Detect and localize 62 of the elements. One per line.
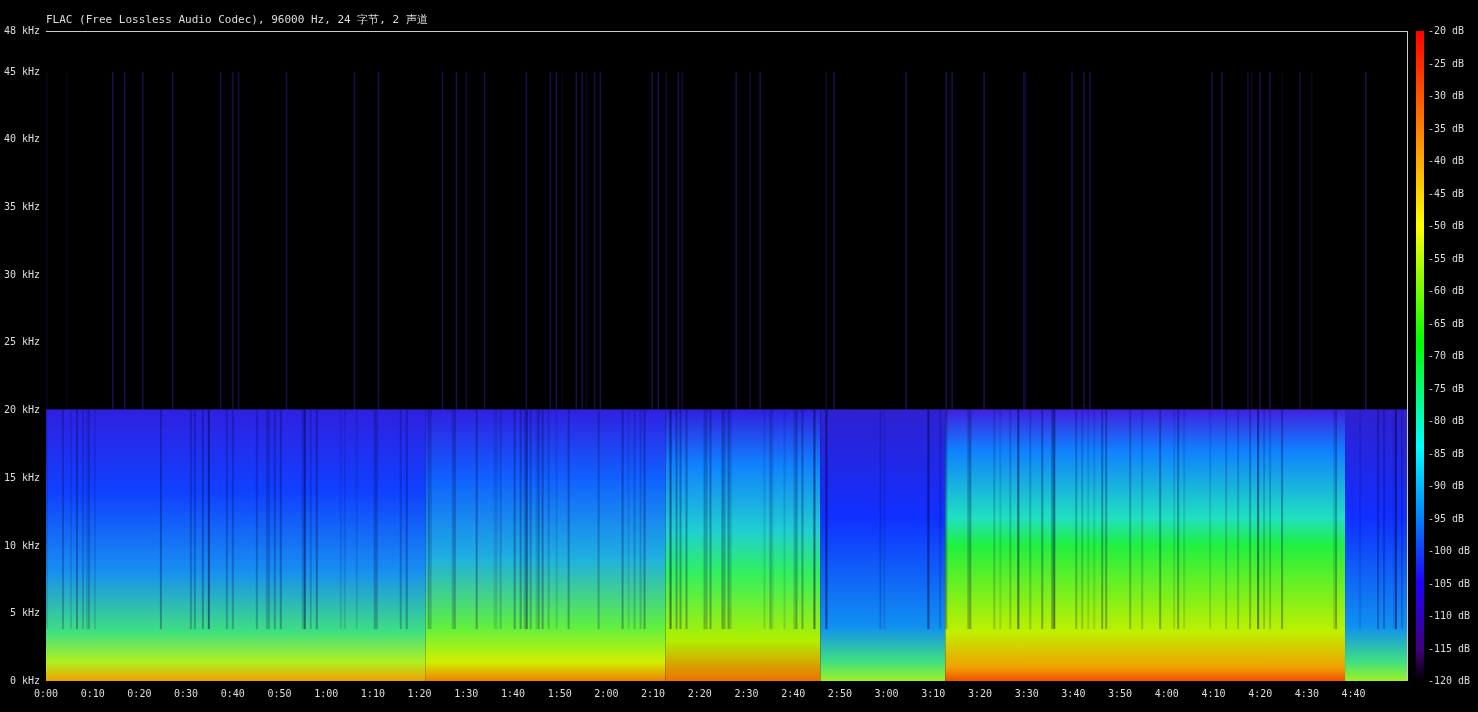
axis-tick-label: 0:30 [174,688,199,700]
axis-tick-label: 5 kHz [9,607,40,620]
axis-tick-label: 0:40 [220,688,245,700]
axis-tick-label: -120 dB [1428,675,1471,687]
axis-tick-label: -65 dB [1428,317,1465,330]
axis-tick-label: 3:50 [1108,688,1133,700]
axis-tick-label: 10 kHz [3,539,40,552]
axis-tick-label: 4:30 [1294,688,1319,700]
axis-tick-label: 1:40 [500,688,526,700]
axis-tick-label: 25 kHz [3,336,40,349]
axis-tick-label: 30 kHz [3,268,40,281]
axis-tick-label: -55 dB [1428,252,1465,265]
axis-tick-label: 45 kHz [3,65,40,78]
axis-tick-label: -90 dB [1428,480,1465,492]
axis-tick-label: 3:30 [1014,688,1039,700]
axis-tick-label: -30 dB [1428,90,1465,102]
axis-tick-label: 40 kHz [3,133,40,146]
axis-tick-label: 20 kHz [3,404,40,417]
axis-tick-label: 0:10 [80,688,105,700]
axis-tick-label: 0:50 [267,688,292,700]
axis-tick-label: 3:00 [874,688,899,700]
axis-tick-label: 3:40 [1061,688,1086,700]
axis-tick-label: 2:20 [687,688,712,700]
file-info-text: FLAC (Free Lossless Audio Codec), 96000 Hz, 24 字节, 2 声道 [46,13,428,26]
axis-tick-label: -105 dB [1428,577,1471,590]
axis-tick-label: 1:20 [407,688,432,700]
axis-tick-label: -75 dB [1428,382,1465,395]
axis-tick-label: -25 dB [1428,57,1465,70]
axis-tick-label: -45 dB [1428,187,1465,200]
axis-tick-label: 4:00 [1154,688,1179,700]
axis-tick-label: 0:00 [33,688,59,700]
axis-tick-label: 3:20 [967,688,993,700]
axis-tick-label: 48 kHz [3,25,40,37]
axis-tick-label: 2:00 [594,688,619,700]
axis-tick-label: -50 dB [1428,220,1465,232]
axis-tick-label: 4:40 [1341,688,1366,700]
axis-tick-label: -20 dB [1428,25,1465,37]
axis-tick-label: -40 dB [1428,155,1465,167]
axis-tick-label: 2:10 [641,688,666,700]
axis-tick-label: 3:10 [921,688,946,700]
axis-tick-label: 1:10 [360,688,385,700]
axis-tick-label: -85 dB [1428,447,1465,460]
axis-tick-label: 15 kHz [3,471,40,484]
axis-tick-label: -115 dB [1428,642,1471,655]
axis-tick-label: 2:40 [781,688,806,700]
axis-tick-label: 35 kHz [3,201,40,214]
axis-tick-label: 4:10 [1201,688,1226,700]
axis-tick-label: 2:50 [827,688,852,700]
axis-tick-label: 1:30 [454,688,479,700]
axis-tick-label: 1:50 [547,688,572,700]
axis-tick-label: -110 dB [1428,610,1471,622]
axis-tick-label: 4:20 [1248,688,1273,700]
axis-tick-label: 2:30 [734,688,759,700]
axis-tick-label: 1:00 [314,688,339,700]
axis-tick-label: -95 dB [1428,512,1465,525]
axis-tick-label: -70 dB [1428,350,1465,362]
axis-tick-label: 0:20 [127,688,152,700]
axis-tick-label: 0 kHz [9,675,40,687]
axis-tick-label: -80 dB [1428,415,1465,427]
axis-tick-label: -100 dB [1428,545,1471,557]
axis-tick-label: -60 dB [1428,285,1465,297]
axis-tick-label: -35 dB [1428,122,1465,135]
